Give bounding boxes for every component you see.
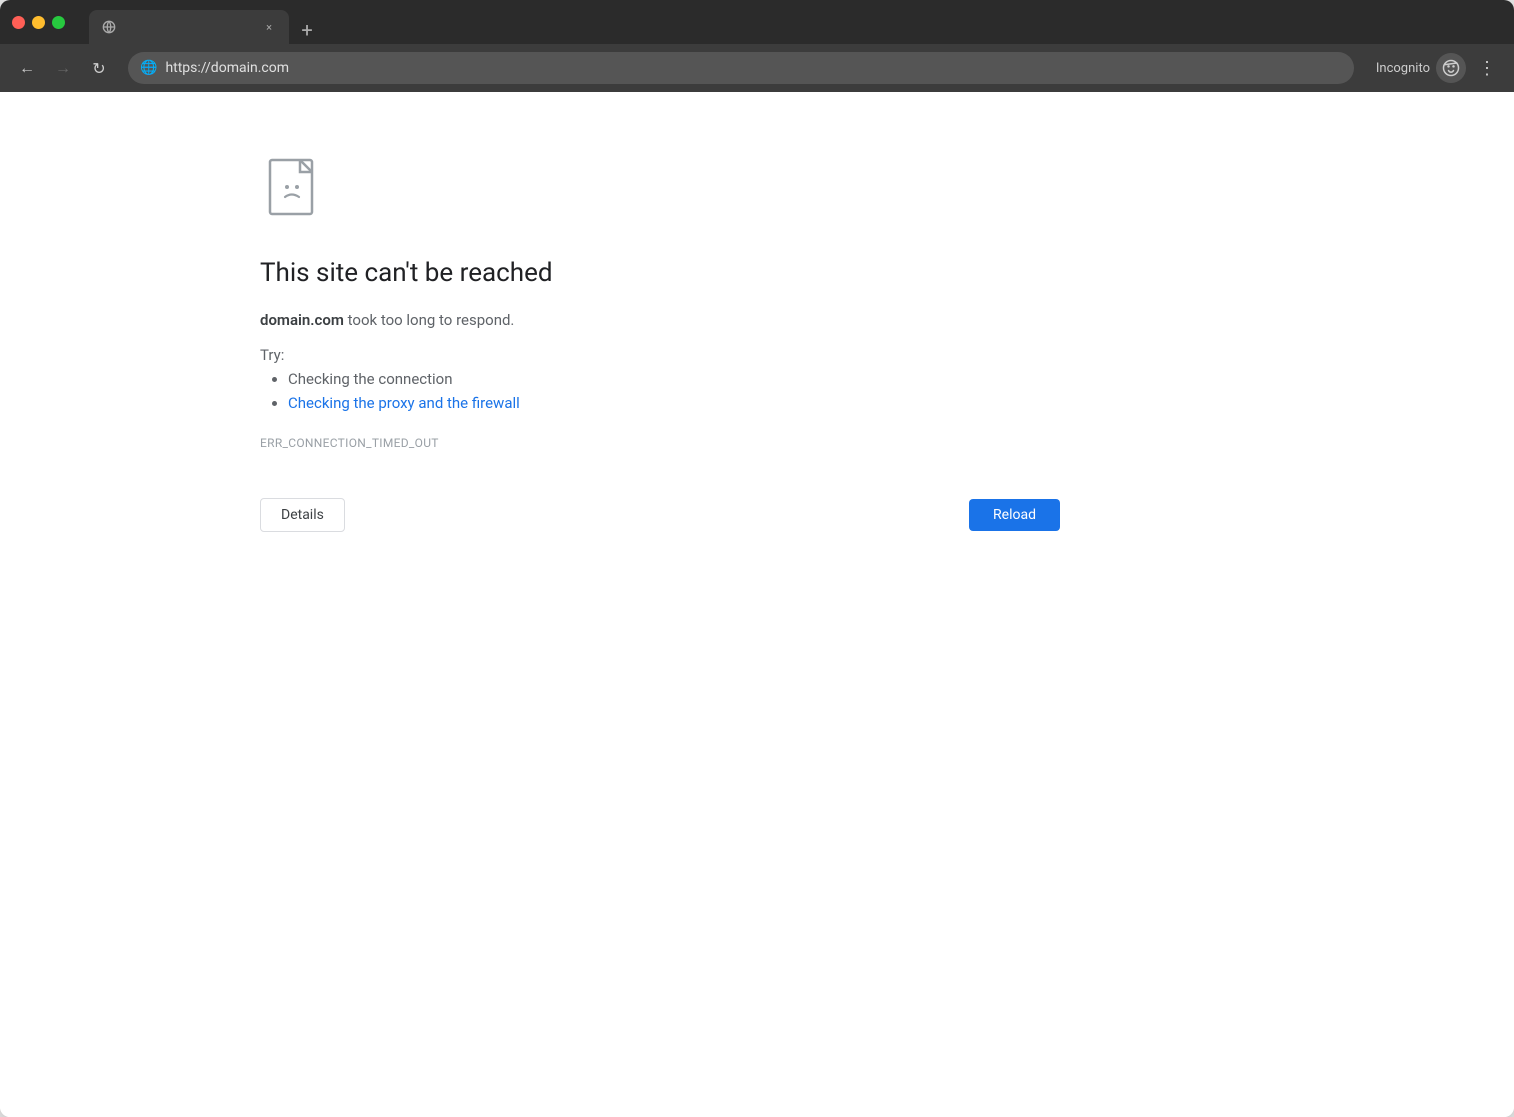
- proxy-firewall-link[interactable]: Checking the proxy and the firewall: [288, 394, 520, 412]
- traffic-lights: [12, 16, 65, 29]
- details-button[interactable]: Details: [260, 498, 345, 532]
- browser-tab[interactable]: ×: [89, 10, 289, 44]
- nav-bar: ← → ↻ 🌐 https://domain.com Incognito ⋮: [0, 44, 1514, 92]
- suggestions-list: Checking the connection Checking the pro…: [260, 370, 1060, 412]
- maximize-window-button[interactable]: [52, 16, 65, 29]
- secure-icon: 🌐: [140, 60, 157, 76]
- reload-button[interactable]: ↻: [84, 53, 114, 83]
- error-description: domain.com took too long to respond.: [260, 308, 1060, 332]
- nav-right-controls: Incognito ⋮: [1376, 53, 1502, 83]
- error-description-text: took too long to respond.: [344, 311, 515, 329]
- browser-menu-button[interactable]: ⋮: [1472, 53, 1502, 83]
- browser-window: × + ← → ↻ 🌐 https://domain.com Incognito: [0, 0, 1514, 1117]
- tab-bar: × +: [89, 0, 321, 44]
- error-domain: domain.com: [260, 311, 344, 329]
- close-window-button[interactable]: [12, 16, 25, 29]
- address-bar[interactable]: 🌐 https://domain.com: [128, 52, 1354, 84]
- error-title: This site can't be reached: [260, 258, 1060, 288]
- suggestion-connection-text: Checking the connection: [288, 370, 453, 388]
- page-content: This site can't be reached domain.com to…: [0, 92, 1514, 1117]
- tab-favicon-icon: [101, 19, 117, 35]
- back-button[interactable]: ←: [12, 53, 42, 83]
- error-icon: [260, 152, 1060, 226]
- title-bar: × +: [0, 0, 1514, 44]
- incognito-label: Incognito: [1376, 61, 1430, 76]
- minimize-window-button[interactable]: [32, 16, 45, 29]
- try-label: Try:: [260, 346, 1060, 364]
- error-code: ERR_CONNECTION_TIMED_OUT: [260, 436, 1060, 450]
- suggestion-connection: Checking the connection: [288, 370, 1060, 388]
- error-container: This site can't be reached domain.com to…: [260, 152, 1060, 450]
- suggestion-proxy[interactable]: Checking the proxy and the firewall: [288, 394, 1060, 412]
- incognito-icon: [1436, 53, 1466, 83]
- button-row: Details Reload: [260, 498, 1060, 532]
- forward-button[interactable]: →: [48, 53, 78, 83]
- url-display: https://domain.com: [165, 60, 1341, 76]
- new-tab-button[interactable]: +: [293, 16, 321, 44]
- tab-close-button[interactable]: ×: [261, 19, 277, 35]
- reload-button-page[interactable]: Reload: [969, 499, 1060, 531]
